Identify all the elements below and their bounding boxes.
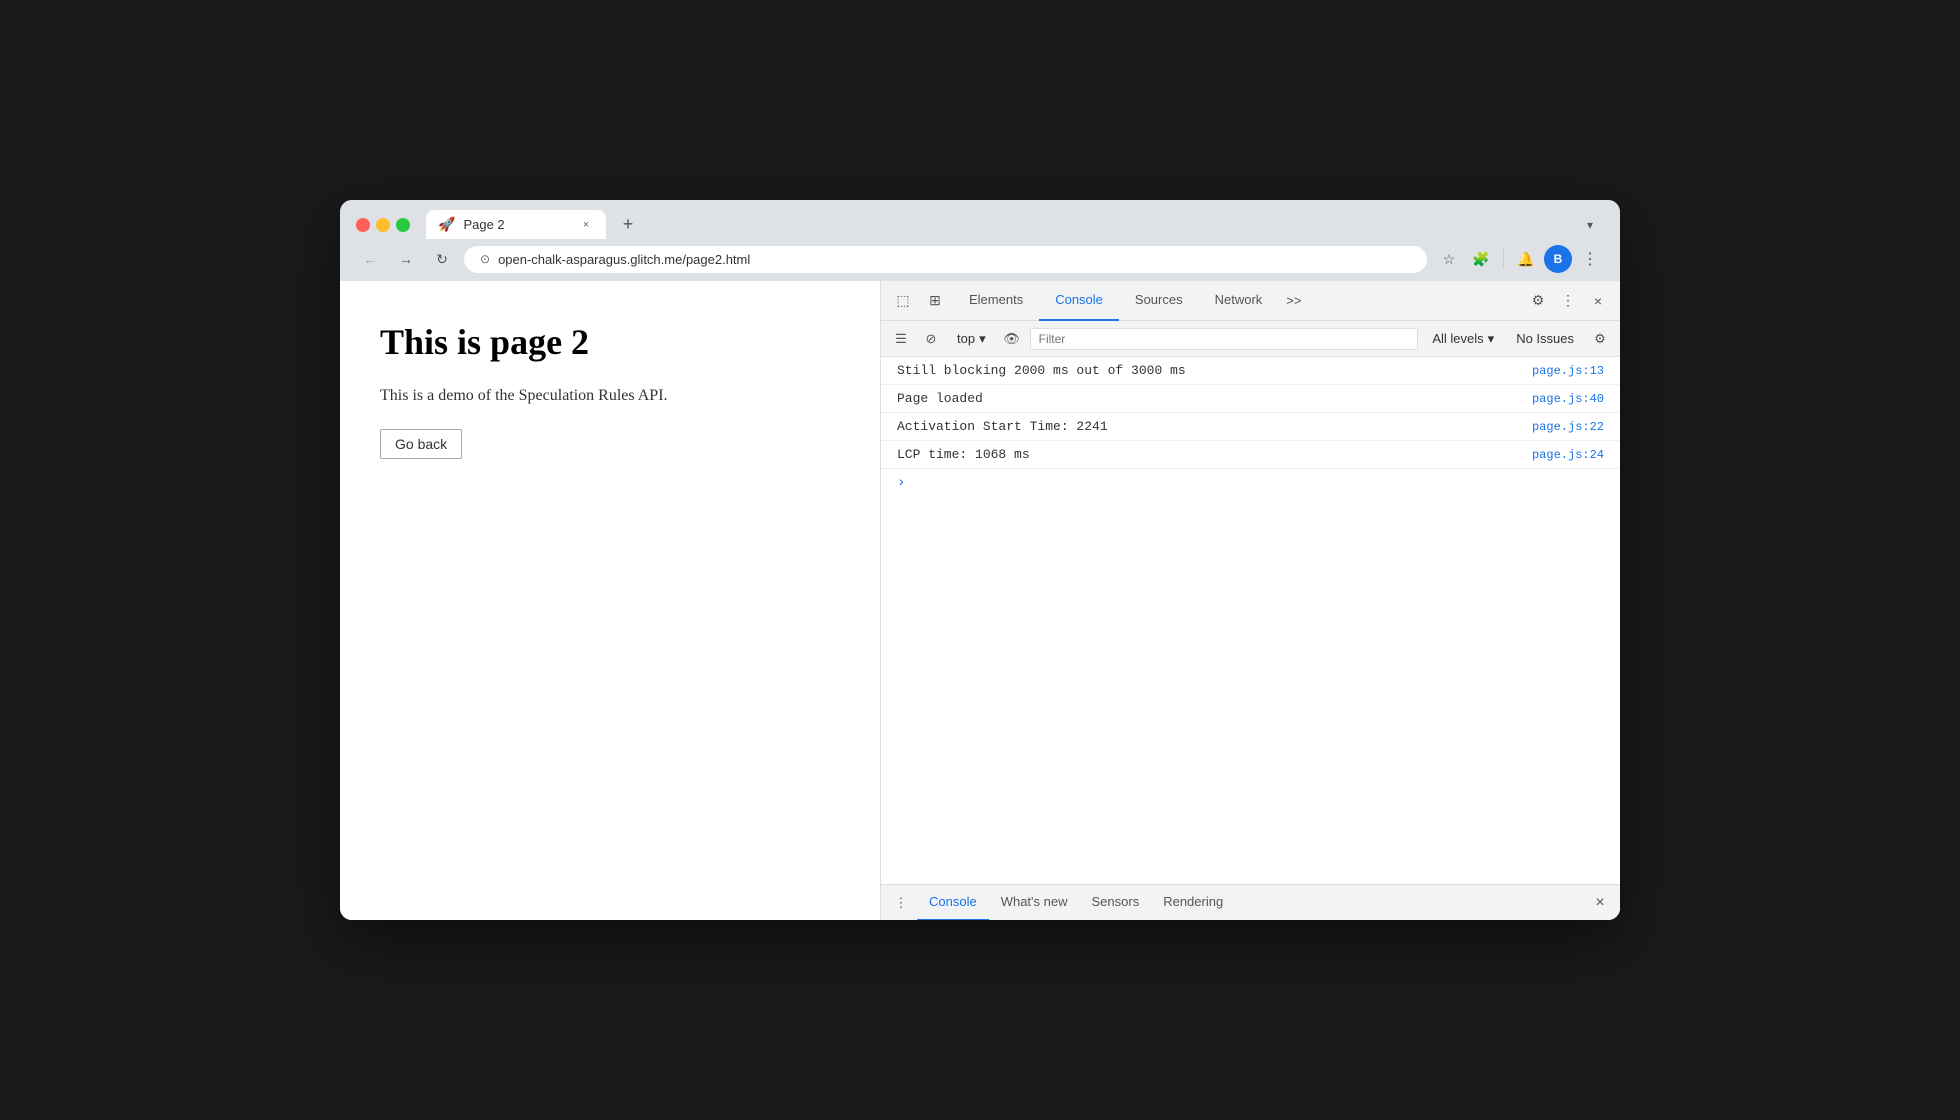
console-message-link[interactable]: page.js:22 [1532, 420, 1604, 434]
levels-label: All levels [1432, 331, 1483, 346]
console-message-text: Activation Start Time: 2241 [897, 419, 1108, 434]
browser-content: This is page 2 This is a demo of the Spe… [340, 281, 1620, 920]
console-chevron-icon[interactable]: › [897, 475, 905, 491]
go-back-button[interactable]: Go back [380, 429, 462, 459]
url-text: open-chalk-asparagus.glitch.me/page2.htm… [498, 252, 1411, 267]
console-message-text: LCP time: 1068 ms [897, 447, 1030, 462]
tab-dropdown-button[interactable]: ▾ [1576, 211, 1604, 239]
drawer-tab-what's-new[interactable]: What's new [989, 885, 1080, 921]
traffic-lights [356, 218, 410, 232]
devtools-drawer: ⋮ ConsoleWhat's newSensorsRendering × [881, 884, 1620, 920]
forward-button[interactable]: → [392, 245, 420, 273]
back-button[interactable]: ← [356, 245, 384, 273]
title-bar: 🚀 Page 2 × + ▾ [340, 200, 1620, 239]
console-message-text: Still blocking 2000 ms out of 3000 ms [897, 363, 1186, 378]
active-tab[interactable]: 🚀 Page 2 × [426, 210, 606, 239]
tab-console[interactable]: Console [1039, 281, 1119, 321]
address-bar: ← → ↻ ⊙ open-chalk-asparagus.glitch.me/p… [340, 239, 1620, 281]
console-message-link[interactable]: page.js:13 [1532, 364, 1604, 378]
drawer-more-button[interactable]: ⋮ [889, 891, 913, 915]
divider [1503, 249, 1504, 269]
new-tab-button[interactable]: + [614, 211, 642, 239]
console-message: Activation Start Time: 2241 page.js:22 [881, 413, 1620, 441]
console-messages: Still blocking 2000 ms out of 3000 ms pa… [881, 357, 1620, 884]
devtools-tabs: Elements Console Sources Network >> [953, 281, 1520, 321]
drawer-tab-console[interactable]: Console [917, 885, 989, 921]
no-issues-badge: No Issues [1508, 328, 1582, 349]
console-settings-button[interactable]: ⚙ [1588, 327, 1612, 351]
devtools-settings-button[interactable]: ⚙ [1524, 287, 1552, 315]
tab-elements[interactable]: Elements [953, 281, 1039, 321]
levels-selector[interactable]: All levels ▾ [1424, 328, 1502, 350]
more-tabs-button[interactable]: >> [1278, 281, 1309, 321]
drawer-tab-rendering[interactable]: Rendering [1151, 885, 1235, 921]
page-content: This is page 2 This is a demo of the Spe… [340, 281, 880, 920]
minimize-window-button[interactable] [376, 218, 390, 232]
console-message-link[interactable]: page.js:40 [1532, 392, 1604, 406]
close-window-button[interactable] [356, 218, 370, 232]
devtools-panel: ⬚ ⊞ Elements Console Sources Network >> … [880, 281, 1620, 920]
inspect-element-button[interactable]: ⬚ [889, 287, 917, 315]
page-heading: This is page 2 [380, 321, 840, 363]
context-label: top [957, 331, 975, 346]
tab-title: Page 2 [463, 217, 570, 232]
tab-sources[interactable]: Sources [1119, 281, 1199, 321]
console-sidebar-button[interactable]: ☰ [889, 327, 913, 351]
console-message: Still blocking 2000 ms out of 3000 ms pa… [881, 357, 1620, 385]
levels-arrow-icon: ▾ [1488, 331, 1495, 347]
notification-button[interactable]: 🔔 [1512, 245, 1540, 273]
devtools-right-icons: ⚙ ⋮ × [1524, 287, 1612, 315]
tab-favicon-icon: 🚀 [438, 216, 455, 233]
console-filter-input[interactable] [1030, 328, 1419, 350]
chrome-menu-button[interactable]: ⋮ [1576, 245, 1604, 273]
tab-close-button[interactable]: × [578, 217, 594, 233]
drawer-tabs: ConsoleWhat's newSensorsRendering [917, 885, 1584, 921]
console-prompt: › [881, 469, 1620, 497]
console-clear-button[interactable]: ⊘ [919, 327, 943, 351]
maximize-window-button[interactable] [396, 218, 410, 232]
url-bar[interactable]: ⊙ open-chalk-asparagus.glitch.me/page2.h… [464, 246, 1427, 273]
console-eye-button[interactable]: 👁 [1000, 327, 1024, 351]
browser-window: 🚀 Page 2 × + ▾ ← → ↻ ⊙ open-chalk-aspara… [340, 200, 1620, 920]
console-message: Page loaded page.js:40 [881, 385, 1620, 413]
bookmark-button[interactable]: ☆ [1435, 245, 1463, 273]
reload-button[interactable]: ↻ [428, 245, 456, 273]
security-icon: ⊙ [480, 252, 490, 266]
devtools-more-button[interactable]: ⋮ [1554, 287, 1582, 315]
page-description: This is a demo of the Speculation Rules … [380, 387, 840, 405]
console-message-link[interactable]: page.js:24 [1532, 448, 1604, 462]
console-toolbar: ☰ ⊘ top ▾ 👁 All levels ▾ No Issues ⚙ [881, 321, 1620, 357]
context-arrow-icon: ▾ [979, 331, 986, 347]
address-actions: ☆ 🧩 🔔 B ⋮ [1435, 245, 1604, 273]
console-message-text: Page loaded [897, 391, 983, 406]
devtools-toolbar: ⬚ ⊞ Elements Console Sources Network >> … [881, 281, 1620, 321]
console-message: LCP time: 1068 ms page.js:24 [881, 441, 1620, 469]
context-selector[interactable]: top ▾ [949, 328, 994, 350]
devtools-close-button[interactable]: × [1584, 287, 1612, 315]
device-toggle-button[interactable]: ⊞ [921, 287, 949, 315]
drawer-tab-sensors[interactable]: Sensors [1080, 885, 1152, 921]
tab-network[interactable]: Network [1199, 281, 1279, 321]
extension-button[interactable]: 🧩 [1467, 245, 1495, 273]
profile-button[interactable]: B [1544, 245, 1572, 273]
drawer-close-button[interactable]: × [1588, 891, 1612, 915]
